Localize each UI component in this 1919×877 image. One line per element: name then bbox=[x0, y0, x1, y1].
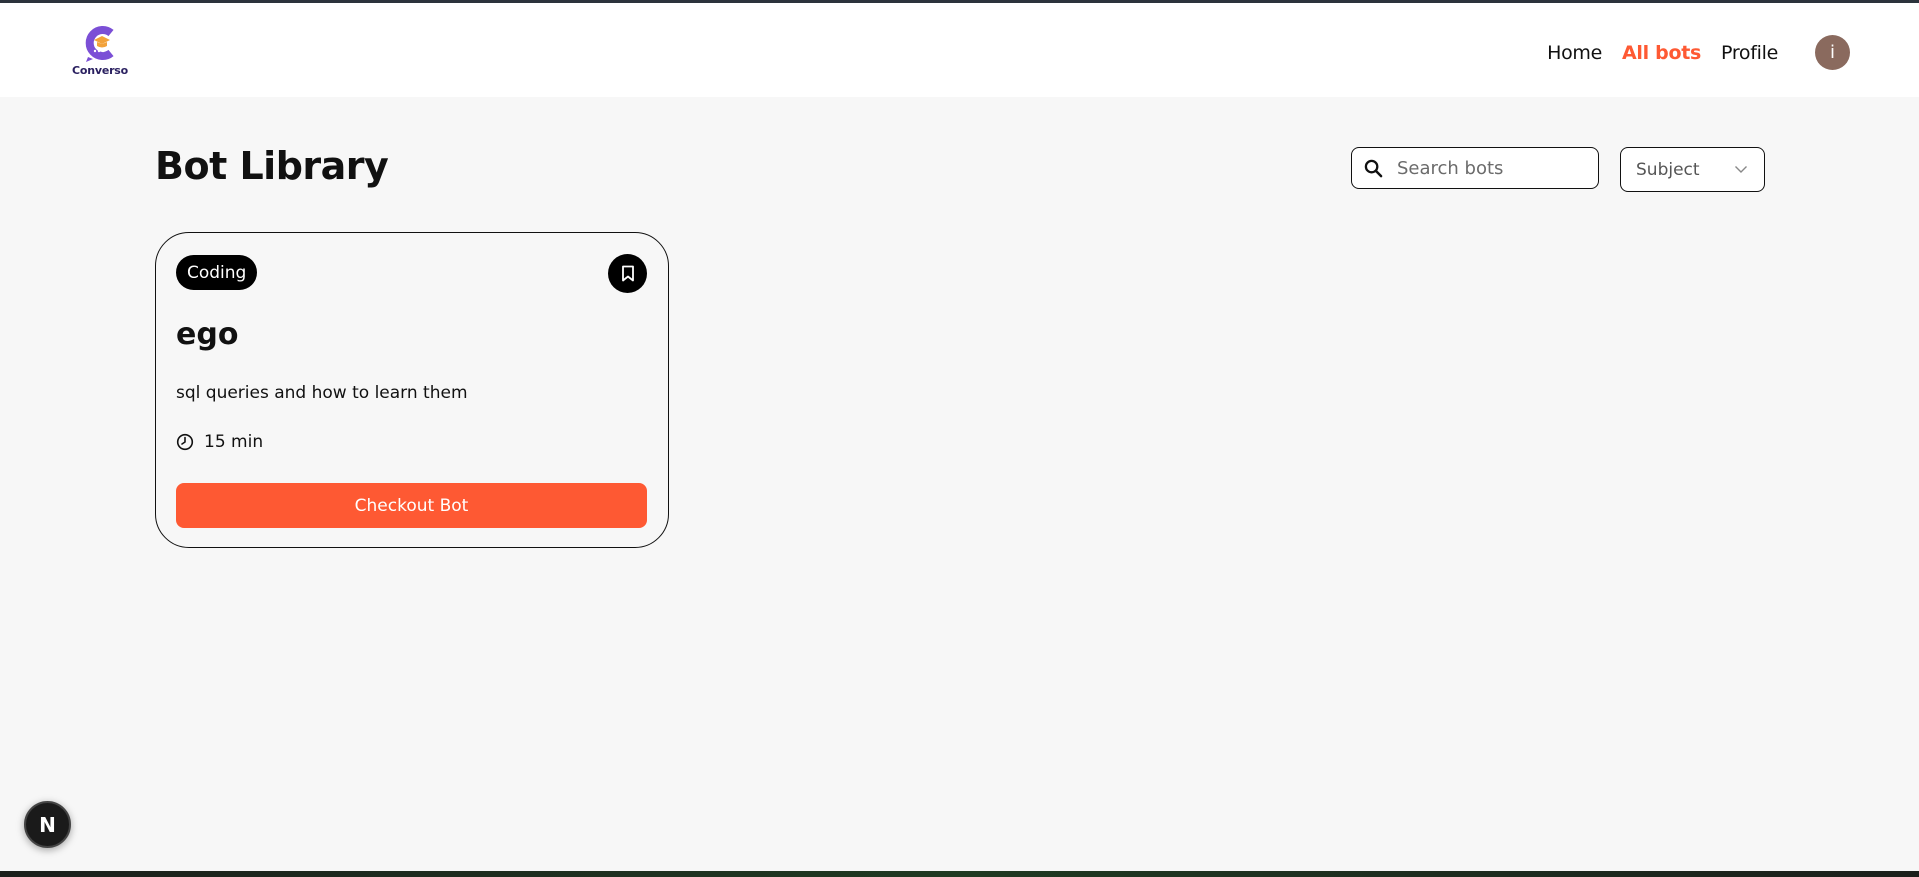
site-header: Converso Home All bots Profile i bbox=[0, 3, 1919, 97]
bot-description: sql queries and how to learn them bbox=[176, 383, 468, 403]
subject-filter-select[interactable]: Subject bbox=[1620, 147, 1765, 192]
clock-icon bbox=[176, 433, 194, 451]
nav-profile-link[interactable]: Profile bbox=[1721, 42, 1778, 64]
chevron-down-icon bbox=[1735, 166, 1747, 173]
checkout-bot-button[interactable]: Checkout Bot bbox=[176, 483, 647, 528]
search-box[interactable] bbox=[1351, 147, 1599, 189]
main-nav: Home All bots Profile bbox=[1547, 35, 1778, 71]
next-dev-indicator[interactable]: N bbox=[24, 801, 71, 848]
page-title: Bot Library bbox=[155, 144, 389, 188]
bot-name: ego bbox=[176, 317, 239, 352]
subject-badge: Coding bbox=[176, 255, 258, 290]
bot-card: Coding ego sql queries and how to learn … bbox=[155, 232, 669, 548]
duration-label: 15 min bbox=[204, 432, 264, 452]
logo-mark-icon bbox=[85, 26, 114, 62]
nav-home-link[interactable]: Home bbox=[1547, 42, 1602, 64]
search-icon bbox=[1364, 159, 1383, 177]
bot-duration: 15 min bbox=[176, 432, 263, 452]
bookmark-button[interactable] bbox=[608, 254, 647, 293]
logo-text: Converso bbox=[71, 64, 129, 77]
search-input[interactable] bbox=[1395, 156, 1585, 180]
bookmark-icon bbox=[621, 265, 634, 282]
nav-all-bots-link[interactable]: All bots bbox=[1622, 42, 1701, 64]
window-bottom-strip bbox=[0, 871, 1919, 877]
user-avatar[interactable]: i bbox=[1815, 35, 1850, 70]
converso-logo[interactable]: Converso bbox=[72, 23, 128, 79]
subject-filter-value: Subject bbox=[1636, 159, 1700, 180]
